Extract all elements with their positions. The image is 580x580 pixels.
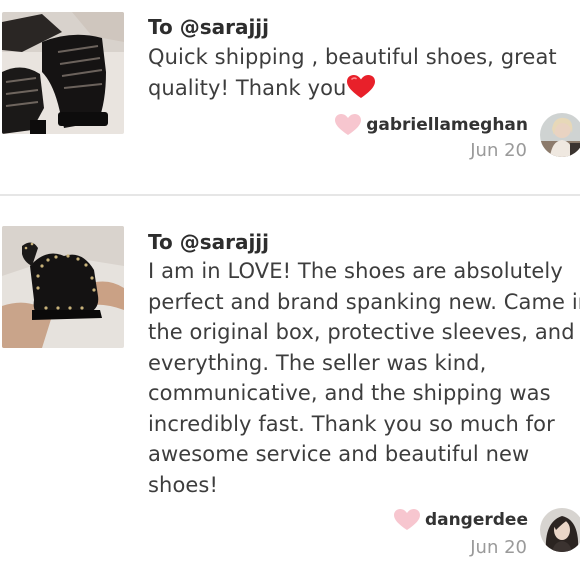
boots-photo-image bbox=[2, 12, 124, 134]
review-text-line: the original box, protective sleeves, an… bbox=[148, 320, 575, 344]
review-recipient: To @sarajjj bbox=[148, 230, 270, 254]
review-card: To @sarajjj I am in LOVE! The shoes are … bbox=[0, 196, 580, 580]
reviewer-avatar[interactable] bbox=[540, 508, 580, 552]
boots-photo-image bbox=[2, 226, 124, 348]
reviewer-avatar[interactable] bbox=[540, 113, 580, 157]
like-heart-icon[interactable] bbox=[335, 114, 362, 136]
review-text-line: shoes! bbox=[148, 472, 218, 497]
review-date: Jun 20 bbox=[470, 140, 527, 161]
reviewer-username[interactable]: gabriellameghan bbox=[366, 115, 528, 135]
review-text-line: everything. The seller was kind, bbox=[148, 350, 487, 375]
avatar-image bbox=[540, 508, 580, 552]
review-author: dangerdee bbox=[393, 507, 528, 533]
review-list: To @sarajjj Quick shipping , beautiful s… bbox=[0, 0, 580, 580]
review-recipient: To @sarajjj bbox=[148, 15, 270, 39]
reviewer-username[interactable]: dangerdee bbox=[425, 510, 528, 530]
review-card: To @sarajjj Quick shipping , beautiful s… bbox=[0, 0, 580, 194]
review-text-segment: quality! Thank you bbox=[148, 75, 347, 100]
review-text: Quick shipping , beautiful shoes, great … bbox=[148, 42, 573, 103]
avatar-image bbox=[540, 113, 580, 157]
review-text-line: Quick shipping , beautiful shoes, great bbox=[148, 45, 557, 69]
review-text-line: incredibly fast. Thank you so much for bbox=[148, 411, 555, 436]
review-text-line: awesome service and beautiful new bbox=[148, 442, 530, 466]
review-text: I am in LOVE! The shoes are absolutely p… bbox=[148, 256, 580, 500]
review-text-line: quality! Thank you bbox=[148, 73, 573, 104]
review-photo[interactable] bbox=[2, 12, 124, 134]
review-date: Jun 20 bbox=[470, 537, 527, 558]
review-text-line: communicative, and the shipping was bbox=[148, 381, 551, 405]
review-text-line: perfect and brand spanking new. Came in bbox=[148, 289, 580, 314]
review-text-line: I am in LOVE! The shoes are absolutely bbox=[148, 259, 563, 283]
like-heart-icon[interactable] bbox=[393, 509, 420, 531]
review-photo[interactable] bbox=[2, 226, 124, 348]
red-heart-emoji-icon bbox=[347, 74, 376, 98]
review-author: gabriellameghan bbox=[335, 112, 528, 138]
